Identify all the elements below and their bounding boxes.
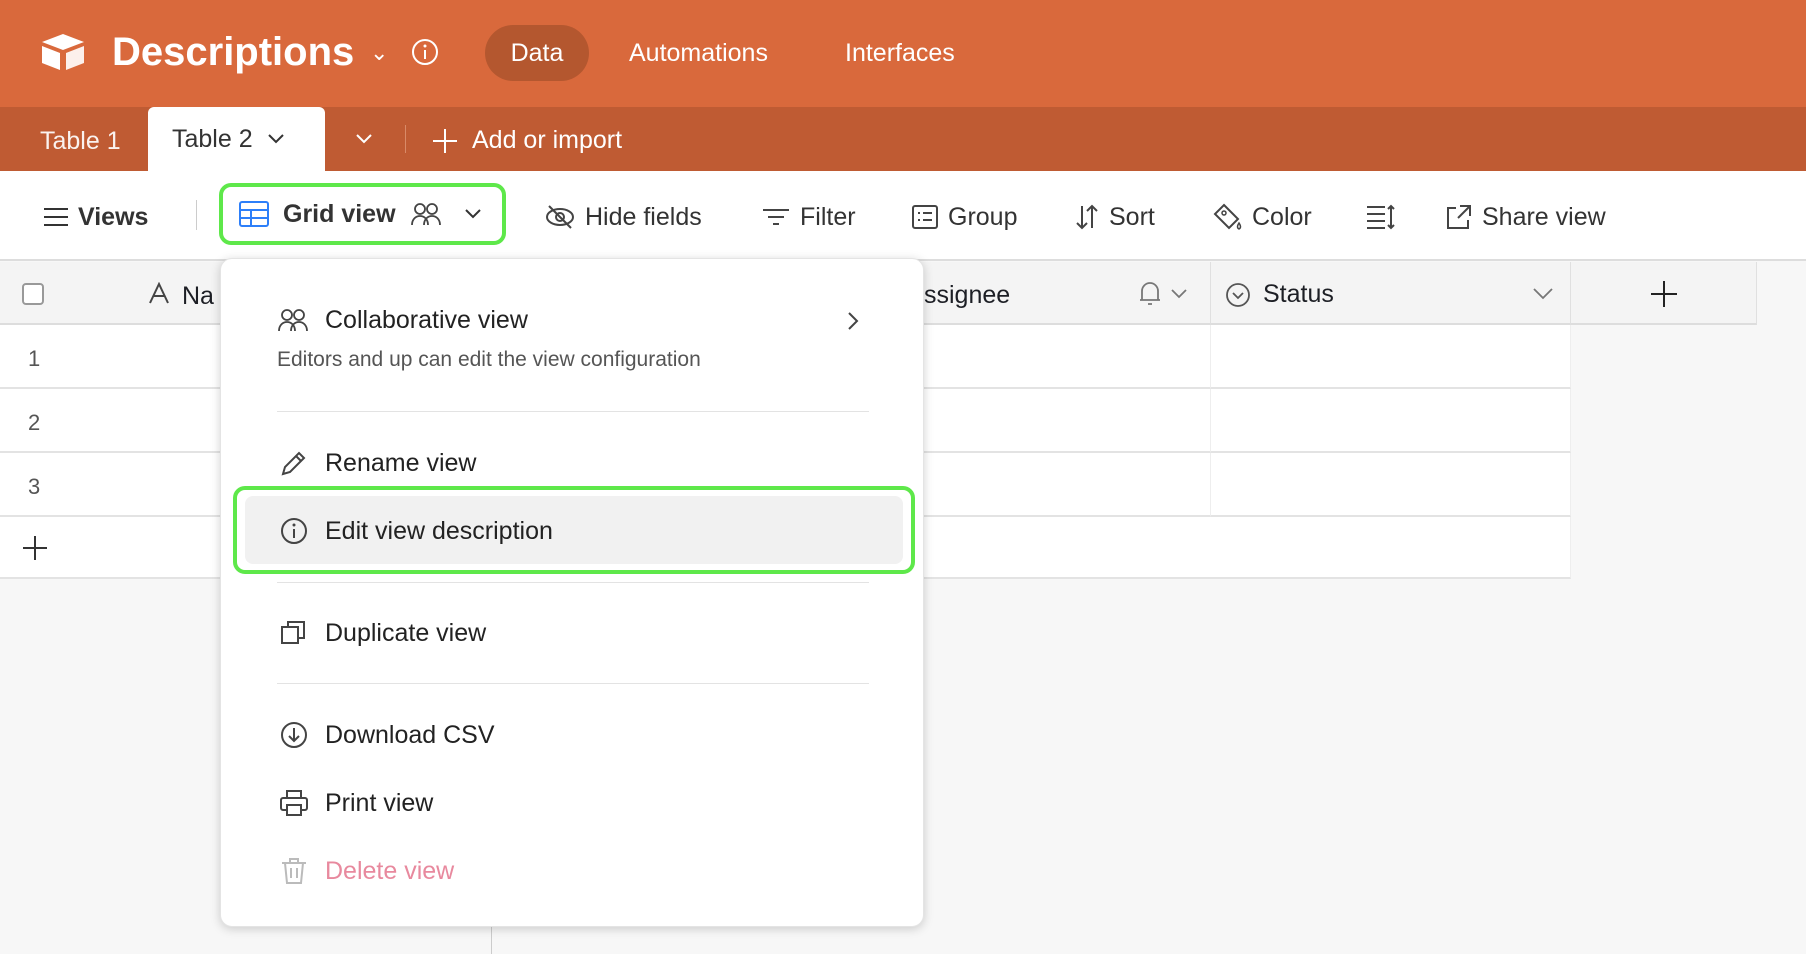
sort-label: Sort <box>1109 202 1155 231</box>
share-view-button[interactable]: Share view <box>1446 200 1606 234</box>
info-icon <box>279 516 309 546</box>
view-options-menu: Collaborative view Editors and up can ed… <box>220 258 924 927</box>
pencil-icon <box>279 448 309 478</box>
download-icon <box>279 720 309 750</box>
rename-view-item[interactable]: Rename view <box>325 446 476 480</box>
assignee-notify-icon[interactable] <box>1137 280 1187 308</box>
column-name-label: Na <box>182 282 214 310</box>
column-header-name[interactable]: Na <box>148 282 214 311</box>
nav-automations[interactable]: Automations <box>629 39 768 68</box>
views-button[interactable]: Views <box>44 200 148 234</box>
chevron-down-icon <box>267 133 285 145</box>
edit-view-description-label[interactable]: Edit view description <box>325 514 553 548</box>
row-number: 2 <box>28 410 41 435</box>
sort-icon <box>1075 204 1099 230</box>
trash-icon <box>279 856 309 886</box>
row-number: 1 <box>28 346 41 371</box>
collaborators-icon <box>277 307 309 333</box>
divider <box>196 200 197 230</box>
tables-dropdown-icon[interactable] <box>355 133 373 145</box>
sort-button[interactable]: Sort <box>1075 200 1155 234</box>
collab-title: Collaborative view <box>325 306 528 334</box>
hide-fields-button[interactable]: Hide fields <box>545 200 702 234</box>
plus-icon[interactable] <box>1650 280 1678 308</box>
chevron-down-icon[interactable]: ⌄ <box>370 40 388 66</box>
status-label: Status <box>1263 280 1334 308</box>
divider <box>277 411 869 412</box>
info-icon[interactable] <box>411 38 439 66</box>
duplicate-view-item[interactable]: Duplicate view <box>325 616 486 650</box>
filter-button[interactable]: Filter <box>762 200 856 234</box>
group-button[interactable]: Group <box>912 200 1017 234</box>
collaborators-icon <box>410 201 442 227</box>
nav-data[interactable]: Data <box>485 25 589 81</box>
chevron-down-icon <box>464 208 482 220</box>
collab-description: Editors and up can edit the view configu… <box>277 348 701 371</box>
column-header-assignee[interactable]: ssignee <box>924 281 1010 310</box>
share-view-label: Share view <box>1482 202 1606 231</box>
print-view-item[interactable]: Print view <box>325 786 433 820</box>
menu-icon <box>44 207 68 227</box>
tab-label: Table 2 <box>172 124 253 153</box>
printer-icon <box>279 788 309 818</box>
eye-off-icon <box>545 204 575 230</box>
chevron-down-icon[interactable] <box>1533 288 1553 300</box>
table-tabs: Table 1 Table 2 Add or import <box>0 107 1806 171</box>
grid-view-label: Grid view <box>283 199 396 228</box>
text-field-icon <box>148 282 170 311</box>
filter-icon <box>762 207 790 227</box>
add-or-import-label: Add or import <box>472 126 623 154</box>
row-number: 3 <box>28 474 41 499</box>
add-row-plus-icon[interactable] <box>22 535 48 561</box>
select-all-checkbox[interactable] <box>22 283 44 305</box>
row-height-icon <box>1366 204 1396 230</box>
color-label: Color <box>1252 202 1312 231</box>
tab-table-1[interactable]: Table 1 <box>40 127 121 156</box>
top-bar: Descriptions ⌄ Data Automations Interfac… <box>0 0 1806 107</box>
plus-icon <box>432 128 458 154</box>
add-or-import-button[interactable]: Add or import <box>432 126 622 155</box>
divider <box>277 582 869 583</box>
divider <box>405 125 406 153</box>
group-label: Group <box>948 202 1018 231</box>
grid-view-button[interactable]: Grid view <box>219 183 506 245</box>
grid-icon <box>239 201 269 227</box>
base-title[interactable]: Descriptions <box>112 30 354 75</box>
collaborative-view-item[interactable]: Collaborative view <box>277 301 871 345</box>
hide-fields-label: Hide fields <box>585 202 702 231</box>
filter-label: Filter <box>800 202 856 231</box>
status-header[interactable]: Status <box>1225 280 1334 309</box>
color-button[interactable]: Color <box>1212 200 1312 234</box>
delete-view-item[interactable]: Delete view <box>325 854 454 888</box>
duplicate-icon <box>279 618 309 648</box>
nav-interfaces[interactable]: Interfaces <box>845 39 955 68</box>
single-select-icon <box>1225 282 1251 308</box>
row-height-button[interactable] <box>1366 200 1396 234</box>
paint-bucket-icon <box>1212 203 1242 231</box>
divider <box>277 683 869 684</box>
download-csv-item[interactable]: Download CSV <box>325 718 495 752</box>
base-logo-icon <box>40 32 86 72</box>
share-icon <box>1446 204 1472 230</box>
table-cell[interactable] <box>1211 389 1571 453</box>
tab-table-2[interactable]: Table 2 <box>148 107 325 171</box>
views-label: Views <box>78 202 149 231</box>
chevron-right-icon <box>847 311 859 331</box>
table-cell[interactable] <box>1211 453 1571 517</box>
group-icon <box>912 205 938 229</box>
table-cell[interactable] <box>1211 325 1571 389</box>
